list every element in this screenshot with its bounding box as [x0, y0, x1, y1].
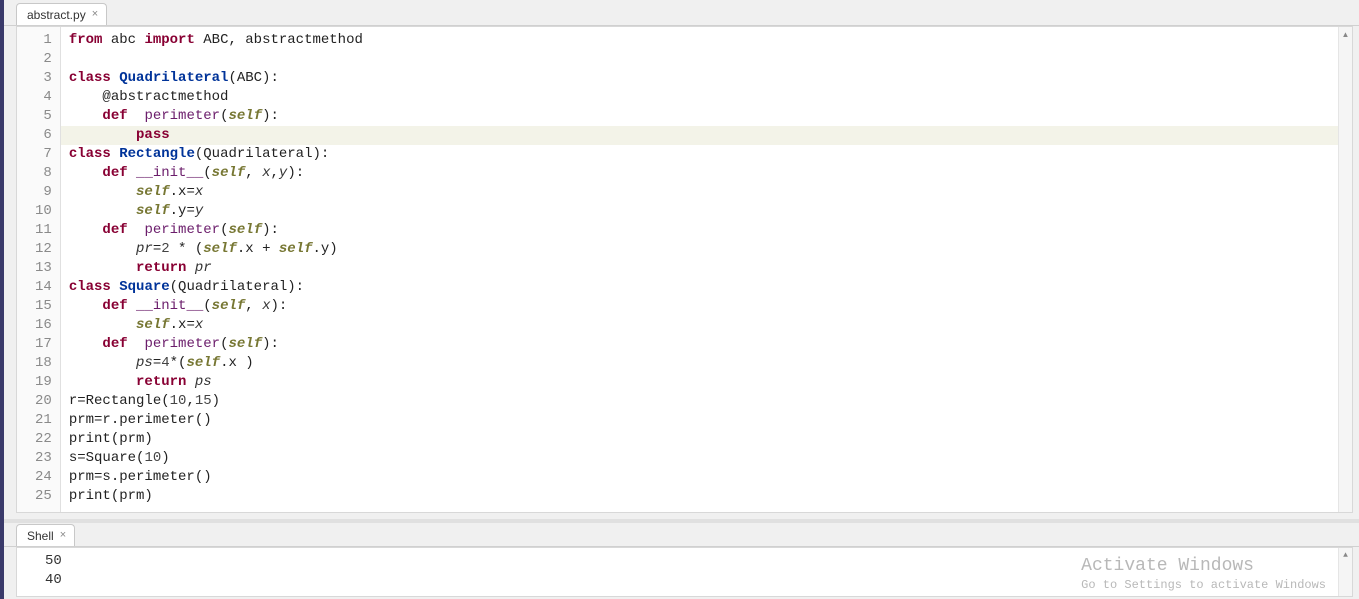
code-line[interactable]: @abstractmethod [69, 88, 1344, 107]
shell-output[interactable]: 50 40 ▲ Activate Windows Go to Settings … [16, 547, 1353, 597]
line-number: 12 [35, 240, 52, 259]
code-line[interactable]: class Quadrilateral(ABC): [69, 69, 1344, 88]
code-line[interactable]: prm=r.perimeter() [69, 411, 1344, 430]
close-icon[interactable]: × [60, 530, 66, 541]
line-number: 14 [35, 278, 52, 297]
line-number: 2 [35, 50, 52, 69]
code-line[interactable]: ps=4*(self.x ) [69, 354, 1344, 373]
line-number: 23 [35, 449, 52, 468]
line-number: 17 [35, 335, 52, 354]
code-line[interactable]: def perimeter(self): [69, 107, 1344, 126]
code-line[interactable]: class Rectangle(Quadrilateral): [69, 145, 1344, 164]
shell-scrollbar[interactable]: ▲ [1338, 548, 1352, 596]
line-number: 21 [35, 411, 52, 430]
code-line[interactable]: def __init__(self, x,y): [69, 164, 1344, 183]
code-line[interactable]: from abc import ABC, abstractmethod [69, 31, 1344, 50]
editor-tabbar: abstract.py × [4, 0, 1359, 26]
line-number: 10 [35, 202, 52, 221]
code-line[interactable]: def perimeter(self): [69, 335, 1344, 354]
close-icon[interactable]: × [92, 9, 98, 20]
code-line[interactable]: r=Rectangle(10,15) [69, 392, 1344, 411]
code-line[interactable]: print(prm) [69, 487, 1344, 506]
ide-main: abstract.py × 12345678910111213141516171… [4, 0, 1359, 599]
line-number: 8 [35, 164, 52, 183]
code-line[interactable]: self.x=x [69, 183, 1344, 202]
line-number: 15 [35, 297, 52, 316]
shell-tabbar: Shell × [4, 523, 1359, 547]
shell-output-text: 50 40 [45, 552, 1344, 590]
code-editor[interactable]: 1234567891011121314151617181920212223242… [16, 26, 1353, 513]
code-line[interactable]: s=Square(10) [69, 449, 1344, 468]
code-line[interactable]: def perimeter(self): [69, 221, 1344, 240]
line-number: 1 [35, 31, 52, 50]
code-line[interactable]: self.y=y [69, 202, 1344, 221]
line-number: 6 [35, 126, 52, 145]
line-number: 13 [35, 259, 52, 278]
code-line[interactable]: return ps [69, 373, 1344, 392]
line-number: 5 [35, 107, 52, 126]
code-line[interactable] [69, 50, 1344, 69]
code-line[interactable]: self.x=x [69, 316, 1344, 335]
line-number-gutter: 1234567891011121314151617181920212223242… [17, 27, 61, 512]
line-number: 9 [35, 183, 52, 202]
code-line[interactable]: print(prm) [69, 430, 1344, 449]
line-number: 18 [35, 354, 52, 373]
line-number: 4 [35, 88, 52, 107]
line-number: 11 [35, 221, 52, 240]
line-number: 24 [35, 468, 52, 487]
code-line[interactable]: return pr [69, 259, 1344, 278]
shell-tab-label: Shell [27, 529, 54, 543]
scroll-up-icon[interactable]: ▲ [1339, 548, 1352, 562]
code-line[interactable]: class Square(Quadrilateral): [69, 278, 1344, 297]
editor-tab-label: abstract.py [27, 8, 86, 22]
line-number: 20 [35, 392, 52, 411]
shell-tab[interactable]: Shell × [16, 524, 75, 546]
code-line[interactable]: def __init__(self, x): [69, 297, 1344, 316]
line-number: 22 [35, 430, 52, 449]
code-line[interactable]: prm=s.perimeter() [69, 468, 1344, 487]
line-number: 19 [35, 373, 52, 392]
code-line[interactable]: pass [69, 126, 1344, 145]
line-number: 3 [35, 69, 52, 88]
line-number: 16 [35, 316, 52, 335]
line-number: 7 [35, 145, 52, 164]
line-number: 25 [35, 487, 52, 506]
code-line[interactable]: pr=2 * (self.x + self.y) [69, 240, 1344, 259]
code-area[interactable]: from abc import ABC, abstractmethod clas… [61, 27, 1352, 512]
editor-tab-abstract[interactable]: abstract.py × [16, 3, 107, 25]
